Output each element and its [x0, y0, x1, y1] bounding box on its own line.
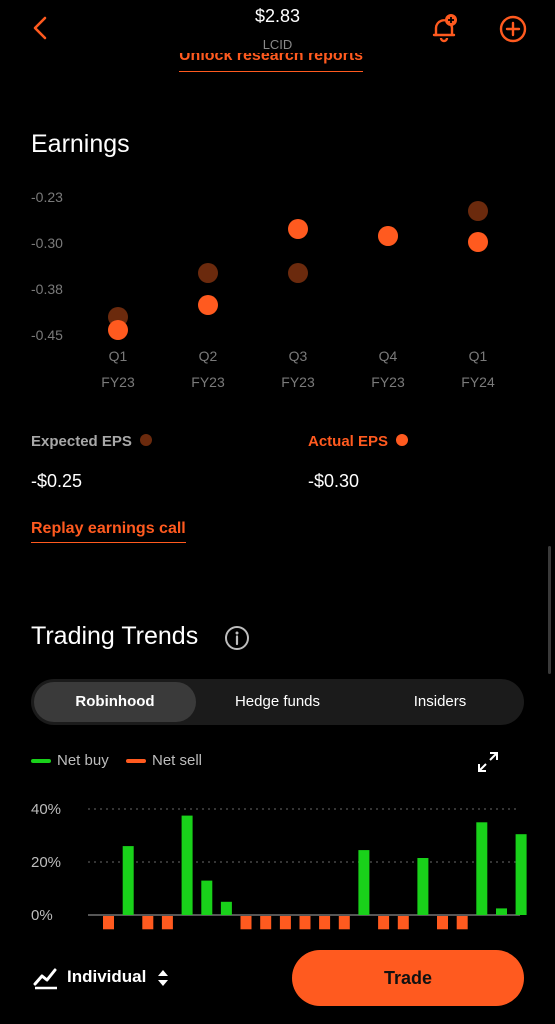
actual-eps-point[interactable] [378, 225, 398, 246]
unlock-research-label: Unlock research reports [179, 53, 364, 64]
net-buy-bar[interactable] [358, 850, 370, 915]
net-sell-bar[interactable] [279, 916, 291, 930]
net-sell-bar[interactable] [456, 916, 468, 930]
earnings-x-tick: Q4 [378, 348, 398, 364]
net-sell-bar[interactable] [260, 916, 272, 930]
earnings-y-tick: -0.30 [31, 235, 63, 251]
trend-y-tick: 0% [31, 907, 53, 924]
actual-eps-legend: Actual EPS [308, 433, 409, 450]
account-mode-label[interactable]: Individual [67, 967, 146, 987]
net-sell-bar[interactable] [299, 916, 311, 930]
earnings-x-tick: FY23 [371, 374, 405, 390]
expected-eps-point[interactable] [288, 263, 308, 284]
actual-eps-label: Actual EPS [308, 433, 389, 450]
net-buy-bar[interactable] [515, 834, 527, 915]
chart-line-icon[interactable] [33, 964, 59, 990]
earnings-x-tick: FY23 [281, 374, 315, 390]
plus-circle-icon[interactable] [498, 14, 528, 44]
expand-icon[interactable] [476, 750, 500, 774]
actual-eps-dot [396, 434, 409, 447]
net-buy-bar[interactable] [496, 908, 507, 915]
net-sell-bar[interactable] [319, 916, 331, 930]
net-sell-label: Net sell [152, 752, 203, 769]
net-buy-bar[interactable] [417, 858, 429, 915]
info-icon[interactable] [224, 625, 250, 651]
expected-eps-dot [139, 434, 152, 447]
actual-eps-point[interactable] [468, 231, 488, 252]
actual-eps-value: -$0.30 [308, 471, 360, 491]
bell-plus-icon[interactable] [428, 12, 460, 44]
header-ticker: LCID [262, 37, 293, 52]
earnings-x-tick: Q1 [468, 348, 488, 364]
actual-eps-point[interactable] [198, 294, 218, 315]
unlock-research-link[interactable]: Unlock research reports [179, 53, 364, 72]
net-buy-label: Net buy [57, 752, 109, 769]
actual-eps-point[interactable] [108, 319, 128, 340]
net-sell-bar[interactable] [397, 916, 409, 930]
header-price: $2.83 [254, 6, 301, 26]
net-sell-swatch [126, 759, 146, 763]
earnings-y-tick: -0.45 [31, 327, 63, 343]
earnings-x-tick: FY23 [101, 374, 135, 390]
expected-eps-value: -$0.25 [31, 471, 83, 491]
net-sell-bar[interactable] [378, 916, 390, 930]
sort-arrows-icon[interactable] [156, 967, 170, 989]
trading-trends-title: Trading Trends [31, 622, 199, 650]
expected-eps-point[interactable] [198, 263, 218, 284]
net-buy-bar[interactable] [122, 846, 134, 915]
net-sell-bar[interactable] [338, 916, 350, 930]
expected-eps-point[interactable] [468, 200, 488, 221]
trend-y-tick: 40% [31, 801, 61, 818]
actual-eps-point[interactable] [288, 219, 308, 240]
replay-earnings-call-link[interactable]: Replay earnings call [31, 520, 186, 543]
net-buy-bar[interactable] [201, 880, 213, 915]
earnings-x-tick: Q3 [288, 348, 308, 364]
earnings-y-tick: -0.23 [31, 189, 63, 205]
net-sell-bar[interactable] [161, 916, 173, 930]
earnings-x-tick: FY24 [461, 374, 495, 390]
earnings-title: Earnings [31, 130, 130, 158]
trade-button[interactable]: Trade [292, 950, 524, 1006]
net-buy-bar[interactable] [476, 822, 488, 916]
net-buy-bar[interactable] [220, 901, 232, 916]
tab-insiders[interactable]: Insiders [359, 682, 521, 722]
earnings-x-tick: Q1 [108, 348, 128, 364]
earnings-x-tick: FY23 [191, 374, 225, 390]
earnings-x-tick: Q2 [198, 348, 218, 364]
trading-trends-tabs: Robinhood Hedge funds Insiders [31, 679, 524, 725]
scrollbar[interactable] [548, 546, 551, 674]
earnings-y-tick: -0.38 [31, 281, 63, 297]
net-buy-bar[interactable] [181, 815, 193, 915]
net-sell-bar[interactable] [437, 916, 448, 930]
net-sell-bar[interactable] [142, 916, 154, 930]
expected-eps-legend: Expected EPS [31, 433, 152, 450]
net-sell-bar[interactable] [103, 916, 114, 930]
tab-robinhood[interactable]: Robinhood [34, 682, 196, 722]
trend-y-tick: 20% [31, 854, 61, 871]
net-sell-bar[interactable] [240, 916, 252, 930]
net-buy-swatch [31, 759, 51, 763]
expected-eps-label: Expected EPS [31, 433, 132, 450]
tab-hedge-funds[interactable]: Hedge funds [196, 682, 359, 722]
